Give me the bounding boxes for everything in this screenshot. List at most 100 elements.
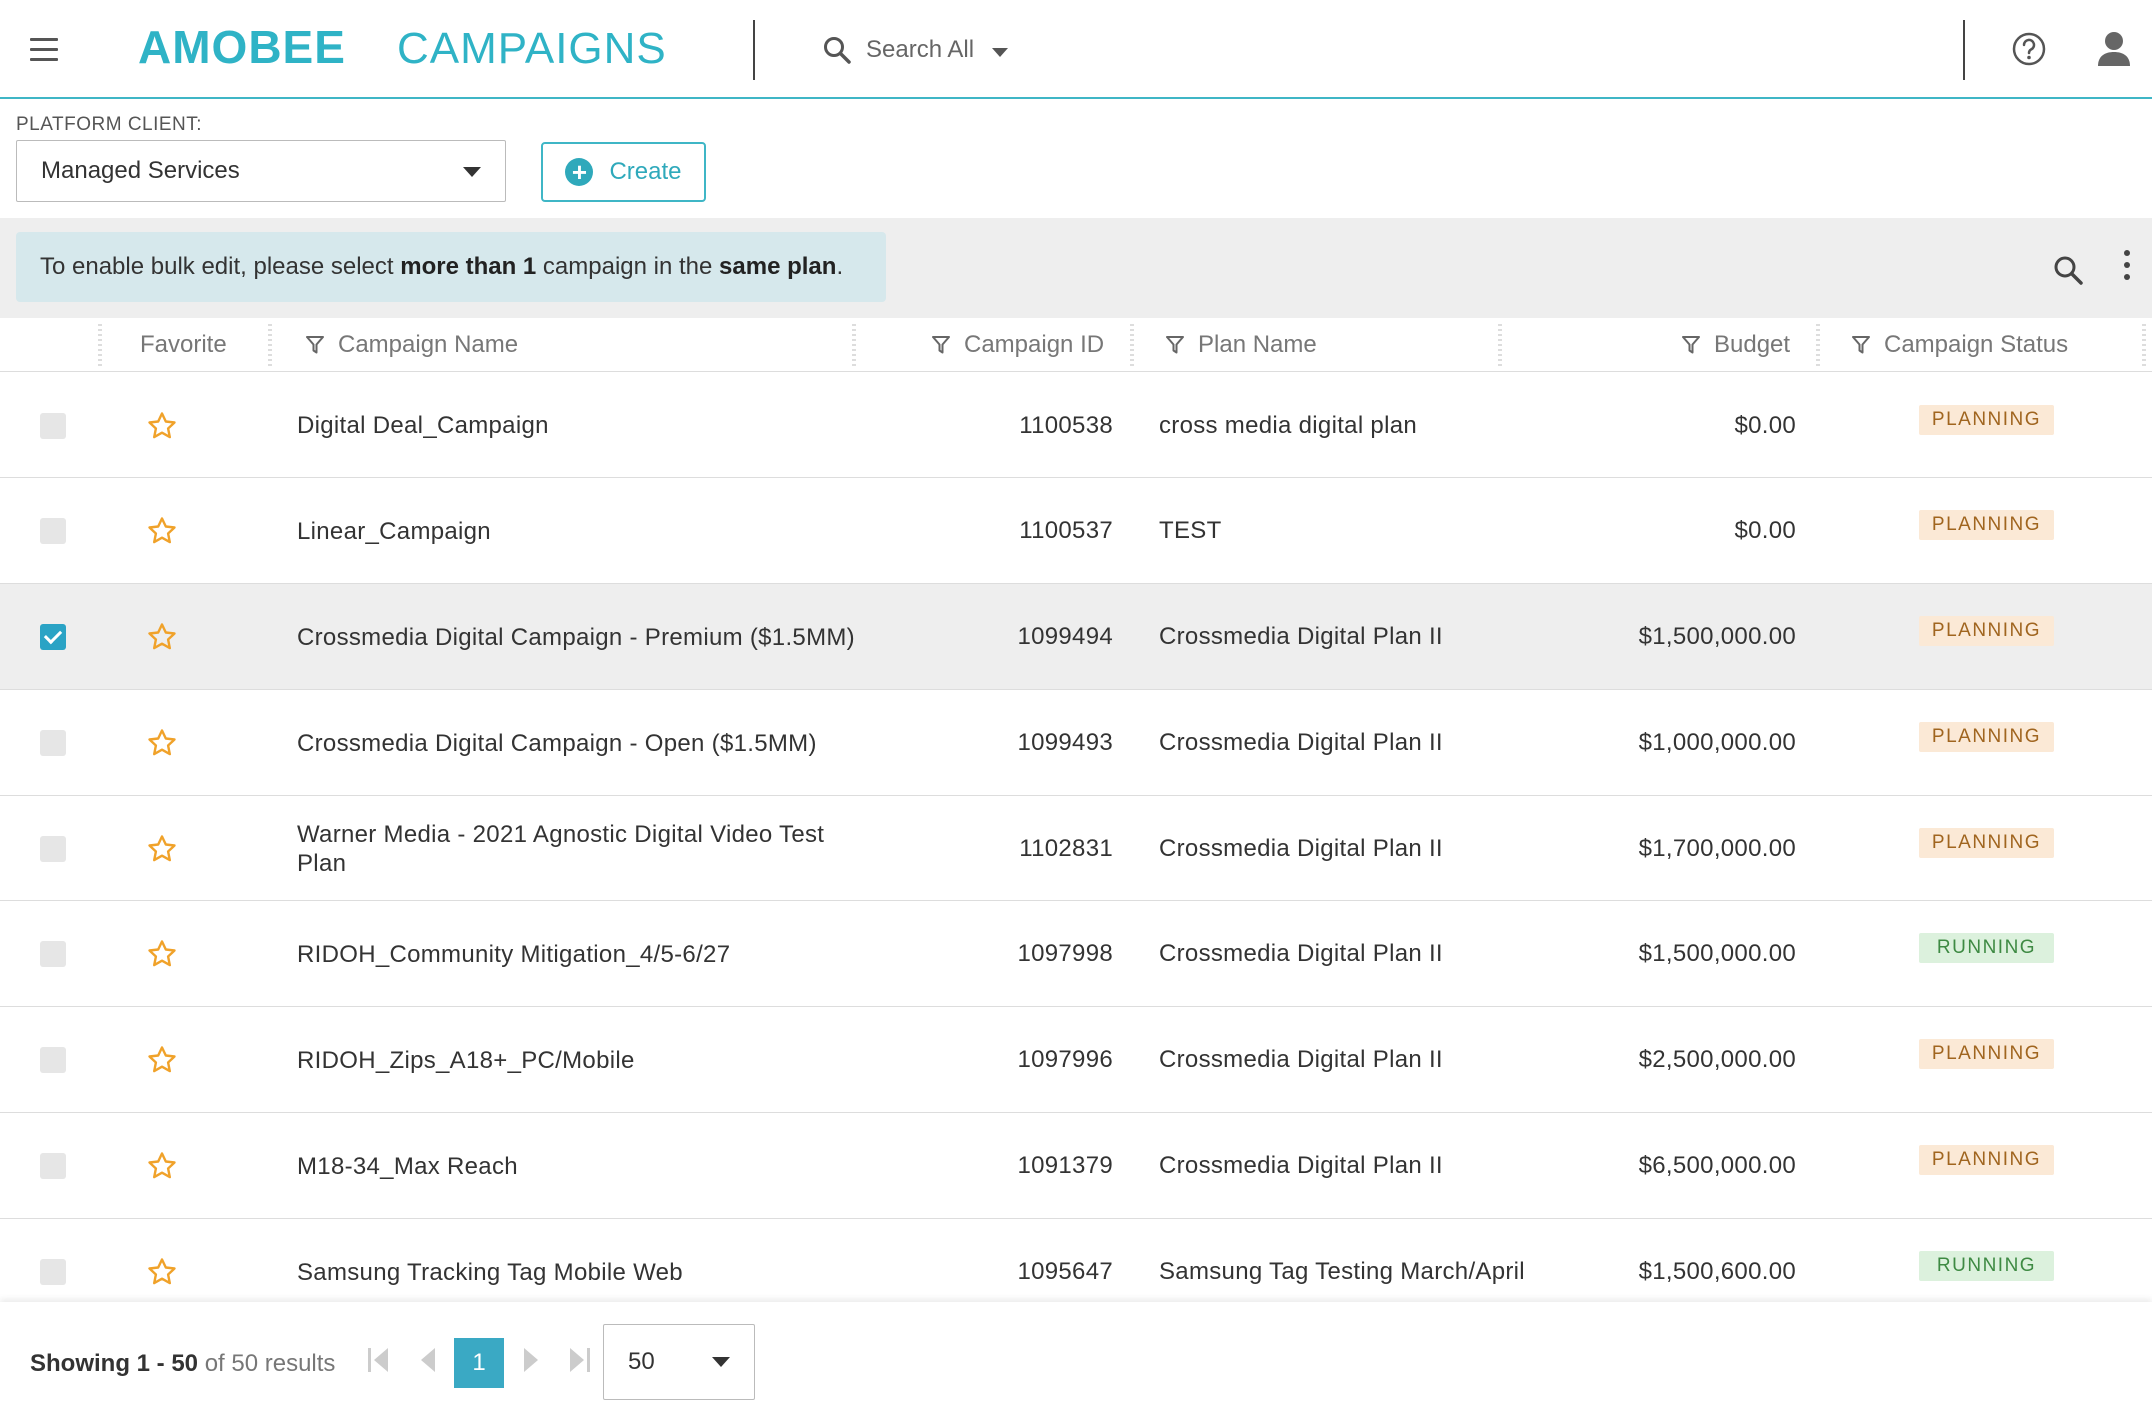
column-resize-handle[interactable] [268,324,272,368]
first-page-icon[interactable] [364,1342,394,1378]
campaign-name-link[interactable]: Crossmedia Digital Campaign - Premium ($… [297,623,857,652]
row-checkbox[interactable] [40,1047,66,1073]
platform-client-label: PLATFORM CLIENT: [16,114,203,135]
column-resize-handle[interactable] [98,324,102,368]
column-header-campaign-name[interactable]: Campaign Name [306,318,518,372]
star-icon[interactable] [147,516,177,546]
table-row[interactable]: Crossmedia Digital Campaign - Open ($1.5… [0,690,2152,796]
table-header: Favorite Campaign Name Campaign ID Plan … [0,318,2152,372]
column-resize-handle[interactable] [2142,324,2146,368]
create-button-label: Create [609,158,682,185]
row-checkbox[interactable] [40,624,66,650]
page-button-current[interactable]: 1 [454,1338,504,1388]
platform-client-select[interactable]: Managed Services [16,140,506,202]
filter-icon[interactable] [1166,335,1184,355]
campaign-name-link[interactable]: Digital Deal_Campaign [297,411,857,440]
star-icon[interactable] [147,728,177,758]
chevron-down-icon [463,167,481,177]
star-icon[interactable] [147,939,177,969]
star-icon[interactable] [147,1045,177,1075]
menu-icon[interactable] [30,38,58,62]
star-icon[interactable] [147,411,177,441]
search-icon[interactable] [2052,254,2084,286]
row-checkbox[interactable] [40,1153,66,1179]
column-header-label: Favorite [140,331,227,358]
campaign-name-link[interactable]: Samsung Tracking Tag Mobile Web [297,1258,857,1287]
message-bold-text: same plan [719,253,837,280]
amobee-logo[interactable]: AMOBEE [138,20,346,74]
row-checkbox[interactable] [40,835,66,862]
prev-page-icon[interactable] [413,1342,443,1378]
campaign-name-link[interactable]: Crossmedia Digital Campaign - Open ($1.5… [297,729,857,758]
column-header-label: Campaign Name [338,331,519,358]
results-total: of 50 results [198,1350,336,1377]
table-row[interactable]: Digital Deal_Campaign 1100538 cross medi… [0,373,2152,478]
row-checkbox[interactable] [40,412,66,439]
column-header-budget[interactable]: Budget [1682,318,1790,372]
row-checkbox[interactable] [40,518,66,544]
table-row[interactable]: Warner Media - 2021 Agnostic Digital Vid… [0,796,2152,901]
row-checkbox[interactable] [40,730,66,756]
filter-icon[interactable] [1682,335,1700,355]
campaign-name-link[interactable]: Warner Media - 2021 Agnostic Digital Vid… [297,820,857,878]
budget-value: $1,500,000.00 [1638,940,1796,967]
table-row[interactable]: RIDOH_Zips_A18+_PC/Mobile 1097996 Crossm… [0,1007,2152,1113]
row-checkbox[interactable] [40,941,66,967]
star-icon[interactable] [147,622,177,652]
page-size-select[interactable]: 50 [603,1324,755,1400]
campaign-name-link[interactable]: RIDOH_Community Mitigation_4/5-6/27 [297,940,857,969]
message-bold-text: more than 1 [400,253,537,280]
column-resize-handle[interactable] [1498,324,1502,368]
plan-name: cross media digital plan [1159,411,1417,439]
campaign-name-link[interactable]: Linear_Campaign [297,517,857,546]
budget-value: $1,000,000.00 [1638,729,1796,756]
column-resize-handle[interactable] [1816,324,1820,368]
column-header-campaign-status[interactable]: Campaign Status [1852,318,2068,372]
budget-value: $2,500,000.00 [1638,1046,1796,1073]
column-header-plan-name[interactable]: Plan Name [1166,318,1317,372]
plan-name: Crossmedia Digital Plan II [1159,1152,1443,1179]
column-header-campaign-id[interactable]: Campaign ID [932,318,1104,372]
search-all-dropdown[interactable]: Search All [822,32,1009,68]
page-size-value: 50 [628,1348,655,1375]
column-resize-handle[interactable] [1130,324,1134,368]
last-page-icon[interactable] [564,1342,594,1378]
column-header-favorite[interactable]: Favorite [140,318,227,372]
next-page-icon[interactable] [516,1342,546,1378]
status-badge: PLANNING [1919,510,2054,540]
row-checkbox[interactable] [40,1259,66,1285]
column-header-label: Campaign Status [1884,331,2069,358]
app-header: AMOBEE CAMPAIGNS Search All [0,0,2152,99]
campaign-name-link[interactable]: RIDOH_Zips_A18+_PC/Mobile [297,1046,857,1075]
filter-icon[interactable] [306,335,324,355]
plan-name: Samsung Tag Testing March/April [1159,1258,1525,1285]
create-button[interactable]: + Create [541,142,706,202]
bulk-edit-toolbar: To enable bulk edit, please select more … [0,218,2152,318]
kebab-icon[interactable] [2122,250,2132,286]
plan-name: Crossmedia Digital Plan II [1159,834,1443,862]
results-range: Showing 1 - 50 [30,1350,199,1377]
table-row[interactable]: M18-34_Max Reach 1091379 Crossmedia Digi… [0,1113,2152,1219]
chevron-down-icon [712,1357,730,1367]
help-icon[interactable] [2012,32,2046,66]
table-row[interactable]: Linear_Campaign 1100537 TEST $0.00 PLANN… [0,478,2152,584]
star-icon[interactable] [147,1151,177,1181]
search-icon [824,37,851,64]
campaign-name-link[interactable]: M18-34_Max Reach [297,1152,857,1181]
status-badge: RUNNING [1919,1251,2054,1281]
pagination-footer: Showing 1 - 50 of 50 results 1 50 [0,1302,2152,1418]
message-text: campaign in the [536,253,720,280]
user-icon[interactable] [2096,30,2132,68]
filter-icon[interactable] [932,335,950,355]
table-row[interactable]: RIDOH_Community Mitigation_4/5-6/27 1097… [0,901,2152,1007]
campaign-id: 1091379 [1017,1152,1113,1179]
column-resize-handle[interactable] [852,324,856,368]
plan-name: Crossmedia Digital Plan II [1159,940,1443,967]
star-icon[interactable] [147,834,177,864]
star-icon[interactable] [147,1257,177,1287]
table-row[interactable]: Crossmedia Digital Campaign - Premium ($… [0,584,2152,690]
filter-icon[interactable] [1852,335,1870,355]
budget-value: $0.00 [1734,517,1796,544]
column-header-label: Budget [1714,331,1791,358]
budget-value: $0.00 [1734,411,1796,439]
